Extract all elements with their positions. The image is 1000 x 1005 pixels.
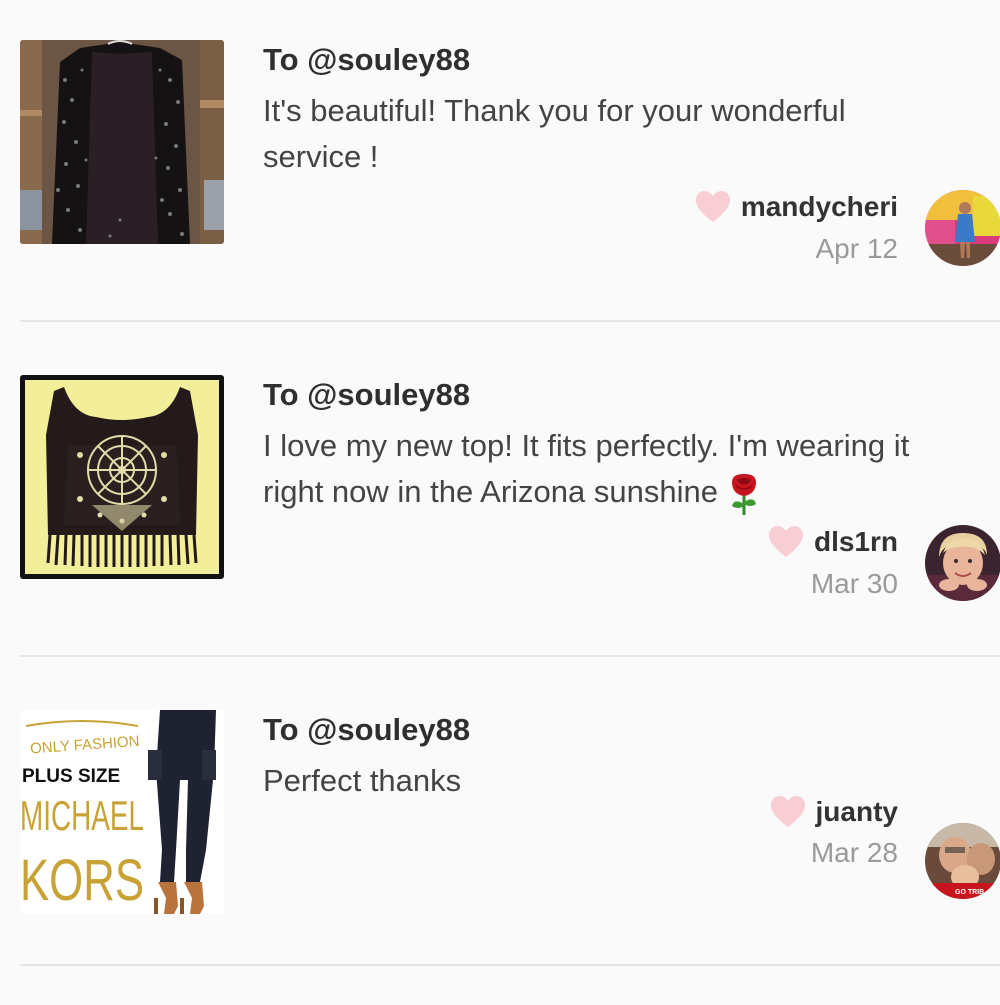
comment-line: I love my new top! It fits perfectly. I'… xyxy=(263,428,910,463)
divider xyxy=(20,655,1000,657)
comment-line-with-emoji: right now in the Arizona sunshine xyxy=(263,469,1000,516)
author-row: mandycheri xyxy=(695,190,898,224)
recipient-label[interactable]: To @souley88 xyxy=(263,712,470,748)
avatar-image: GO TRIB xyxy=(925,823,1000,899)
recipient-label[interactable]: To @souley88 xyxy=(263,42,470,78)
heart-icon[interactable] xyxy=(770,795,806,829)
review-item: ONLY FASHION PLUS SIZE MICHAEL KORS To @… xyxy=(0,670,1000,1005)
divider xyxy=(20,320,1000,322)
avatar-image xyxy=(925,525,1000,601)
avatar[interactable]: GO TRIB xyxy=(925,823,1000,899)
listing-thumbnail[interactable]: ONLY FASHION PLUS SIZE MICHAEL KORS xyxy=(20,710,224,914)
rose-emoji-icon xyxy=(731,473,756,515)
ad-text-plus-size: PLUS SIZE xyxy=(22,766,120,787)
avatar[interactable] xyxy=(925,525,1000,601)
recipient-label[interactable]: To @souley88 xyxy=(263,377,470,413)
avatar-image xyxy=(925,190,1000,266)
heart-icon[interactable] xyxy=(768,525,804,559)
review-comment: It's beautiful! Thank you for your wonde… xyxy=(263,88,1000,180)
review-date: Mar 28 xyxy=(810,837,898,868)
review-item: To @souley88 I love my new top! It fits … xyxy=(0,335,1000,670)
review-item: To @souley88 It's beautiful! Thank you f… xyxy=(0,0,1000,335)
author-row: juanty xyxy=(770,795,898,829)
avatar-shirt-text: GO TRIB xyxy=(955,889,984,896)
ad-text-michael: MICHAEL xyxy=(20,792,144,839)
author-username[interactable]: mandycheri xyxy=(741,191,898,223)
heart-icon[interactable] xyxy=(695,190,731,224)
cargo-pants-ad-image: ONLY FASHION PLUS SIZE MICHAEL KORS xyxy=(20,710,224,914)
listing-thumbnail[interactable] xyxy=(20,40,224,244)
listing-thumbnail[interactable] xyxy=(20,375,224,579)
author-row: dls1rn xyxy=(768,525,898,559)
ad-text-kors: KORS xyxy=(20,848,144,913)
sequin-cardigan-image xyxy=(20,40,224,244)
comment-line: It's beautiful! Thank you for your wonde… xyxy=(263,93,846,128)
author-username[interactable]: juanty xyxy=(816,796,898,828)
review-feed: To @souley88 It's beautiful! Thank you f… xyxy=(0,0,1000,1000)
review-date: Apr 12 xyxy=(815,233,899,264)
avatar[interactable] xyxy=(925,190,1000,266)
comment-line: service ! xyxy=(263,139,379,174)
comment-line: right now in the Arizona sunshine xyxy=(263,474,718,509)
fringe-top-image xyxy=(20,375,224,579)
review-date: Mar 30 xyxy=(810,568,898,599)
author-username[interactable]: dls1rn xyxy=(814,526,898,558)
divider xyxy=(20,964,1000,966)
review-comment: I love my new top! It fits perfectly. I'… xyxy=(263,423,1000,516)
